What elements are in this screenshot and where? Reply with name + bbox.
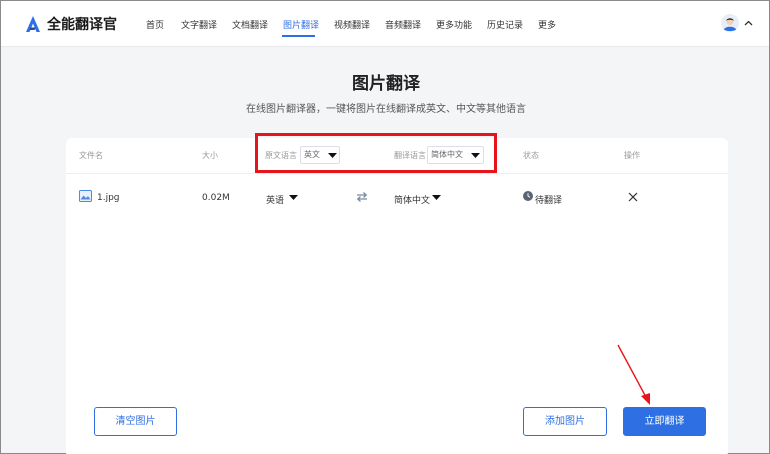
clock-icon	[523, 191, 533, 201]
nav-audio-translate[interactable]: 音频翻译	[385, 18, 421, 31]
caret-down-icon[interactable]	[289, 195, 298, 200]
logo-a-icon	[26, 16, 40, 32]
user-menu[interactable]	[721, 14, 753, 32]
nav-more-features[interactable]: 更多功能	[436, 18, 472, 31]
nav-history[interactable]: 历史记录	[487, 18, 523, 31]
logo-text: 全能翻译官	[47, 17, 117, 33]
red-arrow-annotation	[617, 344, 650, 405]
row-target-lang[interactable]: 简体中文	[394, 193, 430, 206]
logo[interactable]: 全能翻译官	[25, 14, 117, 34]
nav-home[interactable]: 首页	[146, 18, 164, 31]
page-subtitle: 在线图片翻译器，一键将图片在线翻译成英文、中文等其他语言	[246, 104, 526, 115]
swap-icon[interactable]	[356, 191, 368, 203]
row-filename: 1.jpg	[97, 193, 120, 203]
row-source-lang[interactable]: 英语	[266, 193, 284, 206]
table-header-divider	[66, 173, 728, 174]
close-icon[interactable]	[628, 192, 638, 202]
active-tab-underline	[282, 35, 315, 37]
translate-now-button[interactable]: 立即翻译	[623, 407, 706, 436]
col-status: 状态	[523, 151, 539, 160]
avatar-icon	[721, 14, 739, 32]
add-image-button[interactable]: 添加图片	[523, 407, 607, 436]
chevron-up-icon	[744, 20, 753, 26]
col-action: 操作	[624, 151, 640, 160]
image-file-icon	[79, 190, 92, 202]
nav-video-translate[interactable]: 视频翻译	[334, 18, 370, 31]
col-size: 大小	[202, 151, 218, 160]
language-highlight-annotation	[255, 133, 497, 173]
clear-images-button[interactable]: 清空图片	[94, 407, 177, 436]
nav-image-translate[interactable]: 图片翻译	[283, 18, 319, 31]
row-status: 待翻译	[535, 196, 563, 206]
col-filename: 文件名	[79, 151, 103, 160]
page-title: 图片翻译	[352, 74, 420, 94]
nav-doc-translate[interactable]: 文档翻译	[232, 18, 268, 31]
caret-down-icon[interactable]	[432, 195, 441, 200]
nav-text-translate[interactable]: 文字翻译	[181, 18, 217, 31]
row-size: 0.02M	[202, 193, 230, 203]
top-header: 全能翻译官 首页 文字翻译 文档翻译 图片翻译 视频翻译 音频翻译 更多功能 历…	[1, 1, 769, 47]
nav-more[interactable]: 更多	[538, 18, 556, 31]
